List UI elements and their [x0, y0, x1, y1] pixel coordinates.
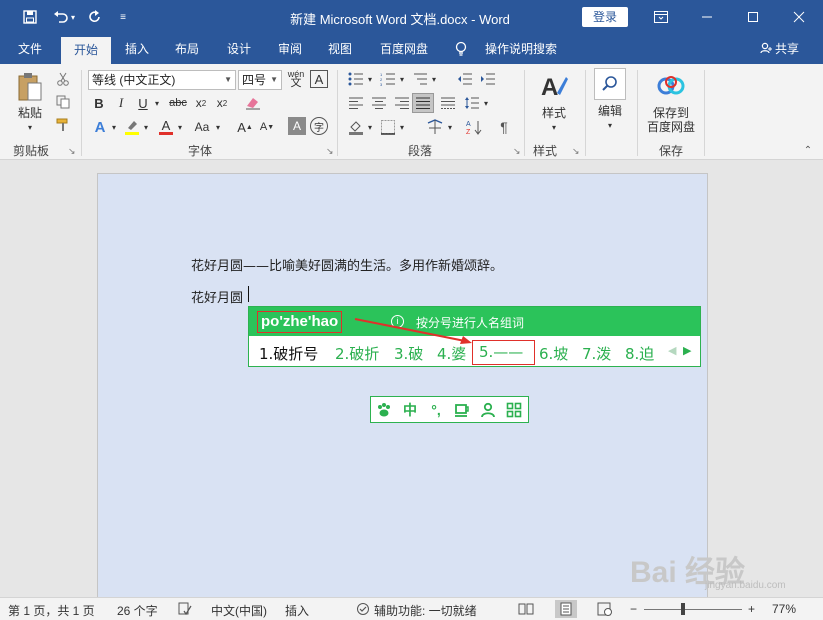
chinese-mode-toggle[interactable]: 中	[401, 401, 419, 419]
print-layout-icon[interactable]	[555, 600, 577, 618]
accessibility-icon[interactable]	[356, 602, 370, 619]
web-layout-icon[interactable]	[597, 602, 613, 619]
zoom-in-button[interactable]: +	[748, 602, 755, 616]
cup-icon[interactable]	[453, 401, 471, 419]
ime-status-bar: 中 °,	[370, 396, 529, 423]
proofing-icon[interactable]	[178, 602, 192, 619]
accessibility-status[interactable]: 辅助功能: 一切就绪	[374, 602, 477, 619]
status-bar: 第 1 页，共 1 页 26 个字 中文(中国) 插入 辅助功能: 一切就绪 −…	[0, 597, 823, 620]
paw-icon[interactable]	[375, 401, 393, 419]
language[interactable]: 中文(中国)	[211, 602, 267, 619]
read-mode-icon[interactable]	[518, 602, 534, 619]
zoom-out-button[interactable]: −	[630, 602, 637, 616]
user-icon[interactable]	[479, 401, 497, 419]
zoom-level[interactable]: 77%	[772, 602, 796, 616]
baidu-watermark-url: jingyan.baidu.com	[705, 580, 786, 591]
zoom-slider-thumb[interactable]	[681, 603, 685, 615]
word-count[interactable]: 26 个字	[117, 602, 158, 619]
grid-icon[interactable]	[505, 401, 523, 419]
annotation-arrow	[354, 318, 472, 344]
insert-mode[interactable]: 插入	[285, 602, 309, 619]
zoom-slider-track[interactable]	[644, 609, 742, 610]
punctuation-icon[interactable]: °,	[427, 401, 445, 419]
page-count[interactable]: 第 1 页，共 1 页	[8, 602, 95, 619]
